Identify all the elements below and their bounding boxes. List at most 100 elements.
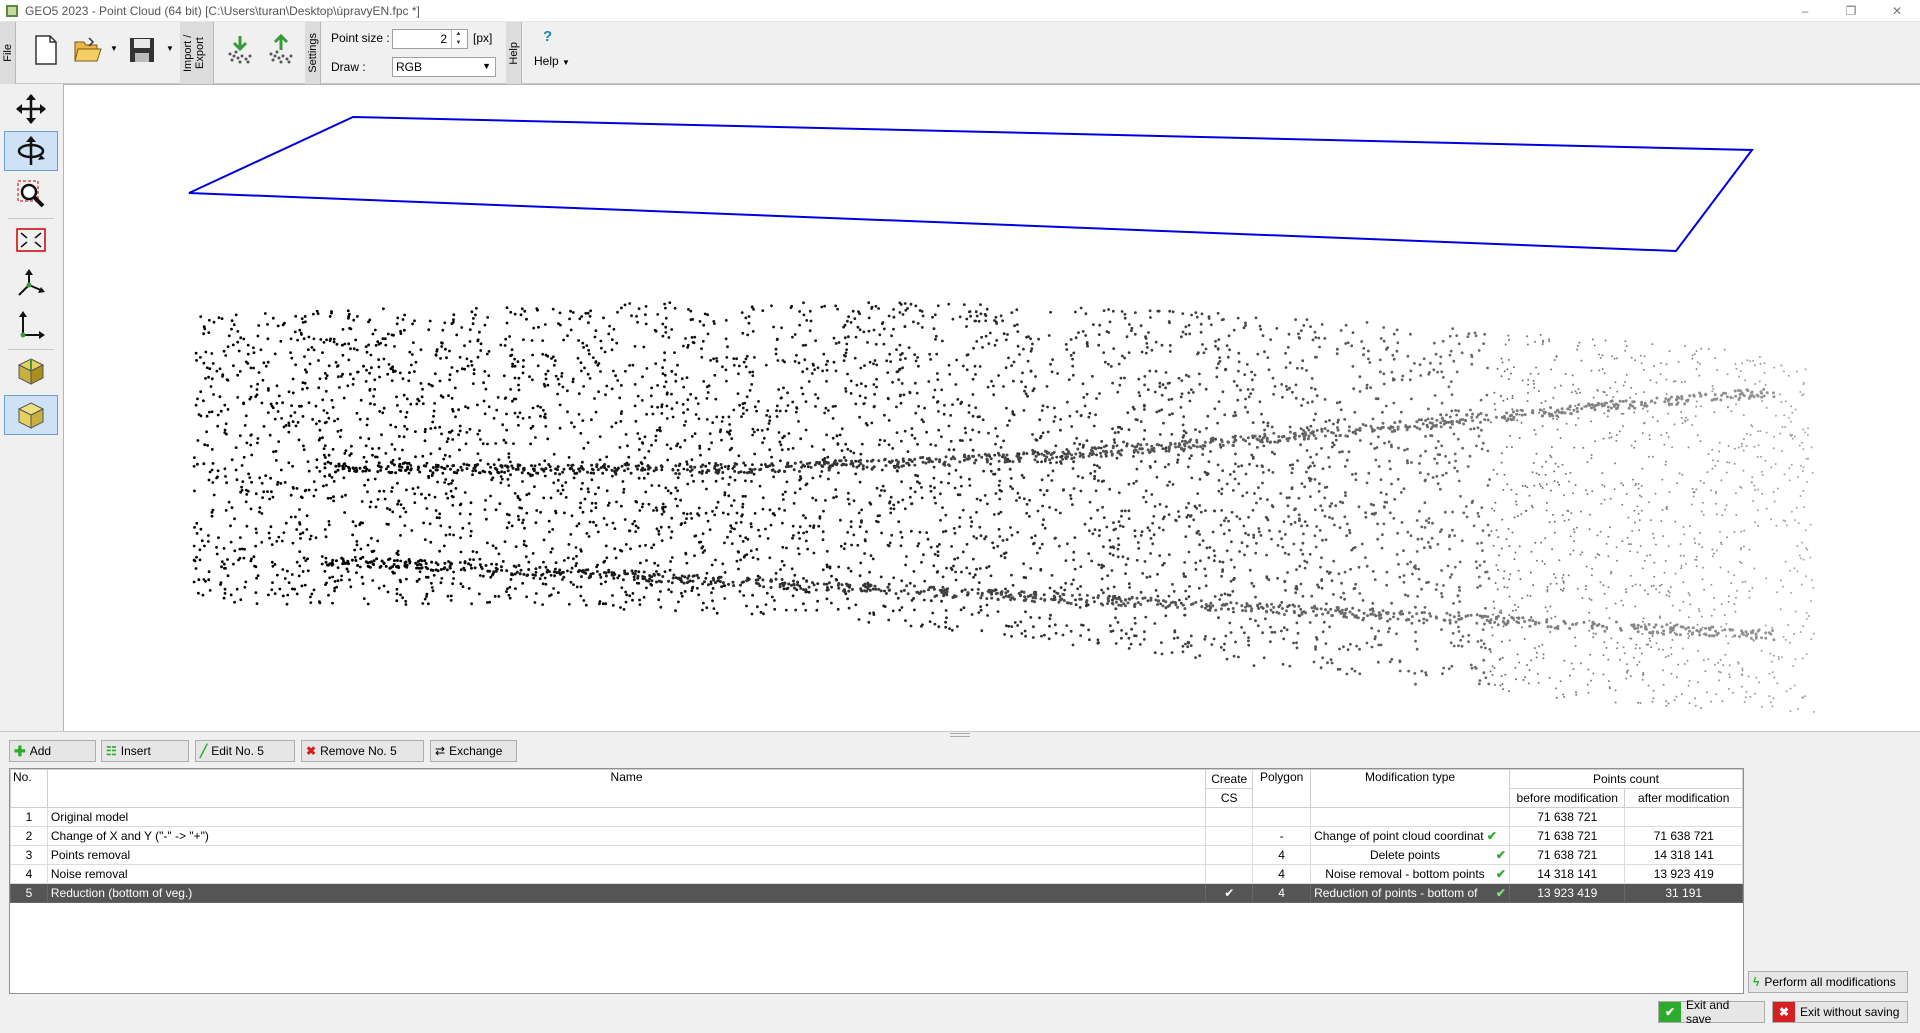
point-cloud (192, 301, 1815, 713)
chevron-down-icon: ▼ (482, 61, 491, 71)
cell-after: 71 638 721 (1624, 826, 1743, 846)
insert-button[interactable]: ☷ Insert (101, 740, 189, 762)
cell-before: 71 638 721 (1508, 845, 1626, 865)
3d-view-tool[interactable] (4, 395, 58, 435)
exit-without-saving-label: Exit without saving (1800, 1005, 1900, 1019)
cell-no: 1 (10, 807, 48, 827)
spin-down-icon[interactable]: ▼ (452, 39, 465, 48)
panel-splitter[interactable] (0, 731, 1920, 738)
exchange-button[interactable]: ⇄ Exchange (430, 740, 517, 762)
splitter-grip-icon (950, 733, 970, 737)
cell-name: Points removal (46, 845, 1207, 865)
close-button[interactable]: ✕ (1874, 0, 1920, 22)
table-row[interactable]: 2 Change of X and Y ("-" -> "+") - Chang… (10, 826, 1743, 846)
cell-polygon: 4 (1252, 845, 1312, 865)
point-cloud-canvas (188, 115, 1815, 713)
table-row[interactable]: 1 Original model 71 638 721 (10, 807, 1743, 827)
exchange-button-label: Exchange (449, 744, 503, 758)
axes-tool[interactable] (4, 263, 58, 303)
3d-view-icon (17, 402, 45, 429)
file-tab[interactable]: File (0, 22, 16, 84)
draw-label: Draw : (331, 60, 366, 74)
perform-all-label: Perform all modifications (1764, 975, 1896, 989)
cell-name: Noise removal (46, 864, 1207, 884)
ok-check-icon: ✔ (1495, 867, 1506, 881)
view-cube-tool[interactable] (4, 351, 58, 391)
move-tool[interactable] (4, 89, 58, 129)
import-button[interactable] (222, 32, 258, 68)
exchange-icon: ⇄ (435, 744, 446, 758)
exit-without-saving-button[interactable]: ✖ Exit without saving (1772, 1001, 1908, 1023)
edit-button-label: Edit No. 5 (211, 744, 264, 758)
cell-cs (1205, 864, 1254, 884)
insert-icon: ☷ (106, 744, 117, 758)
cutting-plane (188, 115, 1754, 253)
view-tools-panel (0, 85, 62, 731)
cell-after: 14 318 141 (1624, 845, 1743, 865)
add-button[interactable]: ✚ Add (9, 740, 96, 762)
minimize-button[interactable]: – (1782, 0, 1828, 22)
modifications-grid: No. Name Create Polygon Modification typ… (10, 769, 1744, 903)
plus-icon: ✚ (14, 742, 26, 759)
cell-polygon (1252, 807, 1312, 827)
exit-and-save-button[interactable]: ✔ Exit and save (1658, 998, 1765, 1026)
open-folder-icon (74, 37, 102, 62)
open-file-button[interactable] (70, 32, 106, 68)
perform-all-button[interactable]: ϟ Perform all modifications (1748, 971, 1908, 993)
move-icon (16, 94, 46, 124)
coordinate-system-tool[interactable] (4, 305, 58, 345)
cell-no: 4 (10, 864, 48, 884)
settings-tab[interactable]: Settings (305, 22, 321, 84)
draw-select[interactable]: RGB ▼ (392, 57, 496, 77)
cell-no: 5 (10, 883, 48, 903)
open-dropdown-icon[interactable]: ▼ (110, 44, 118, 53)
3d-viewport[interactable] (63, 84, 1920, 731)
remove-button[interactable]: ✖ Remove No. 5 (301, 740, 424, 762)
coordinate-system-icon (19, 311, 45, 339)
point-size-unit: [px] (473, 31, 493, 45)
col-header-no: No. (10, 769, 48, 808)
rotate-tool[interactable] (4, 131, 58, 171)
table-row[interactable]: 4 Noise removal 4 Noise removal - bottom… (10, 864, 1743, 884)
ok-check-icon: ✔ (1659, 1002, 1681, 1022)
help-tab[interactable]: Help (506, 22, 522, 84)
table-row-selected[interactable]: 5 Reduction (bottom of veg.) ✔ 4 Reducti… (10, 883, 1743, 903)
cell-type: Reduction of points - bottom of ✔ (1310, 883, 1510, 903)
lightning-icon: ϟ (1753, 975, 1760, 989)
cancel-x-icon: ✖ (1773, 1002, 1795, 1022)
export-icon (269, 34, 293, 64)
import-export-tab[interactable]: Import / Export (180, 22, 214, 84)
table-row[interactable]: 3 Points removal 4 Delete points ✔ 71 63… (10, 845, 1743, 865)
zoom-tool[interactable] (4, 174, 58, 214)
app-icon (6, 4, 18, 17)
cell-cs (1205, 807, 1254, 827)
save-file-button[interactable] (124, 32, 160, 68)
col-header-mod-type: Modification type (1310, 769, 1510, 808)
point-size-input[interactable] (393, 31, 451, 47)
help-menu-button[interactable]: Help ▼ (534, 54, 570, 68)
save-dropdown-icon[interactable]: ▼ (166, 44, 174, 53)
help-icon: ? (543, 28, 553, 45)
restore-button[interactable]: ❐ (1828, 0, 1874, 22)
zoom-extents-icon (16, 228, 46, 252)
exit-and-save-label: Exit and save (1685, 998, 1730, 1026)
zoom-icon (17, 180, 45, 208)
cell-after (1624, 807, 1743, 827)
rotate-icon (17, 136, 45, 165)
cell-polygon: 4 (1252, 883, 1312, 903)
spin-up-icon[interactable]: ▲ (452, 30, 465, 39)
export-button[interactable] (263, 32, 299, 68)
insert-button-label: Insert (120, 744, 151, 758)
zoom-extents-tool[interactable] (4, 220, 58, 260)
new-file-button[interactable] (28, 32, 64, 68)
axes-icon (18, 269, 45, 296)
save-icon (130, 38, 154, 62)
edit-button[interactable]: ╱ Edit No. 5 (195, 740, 295, 762)
ok-check-icon: ✔ (1495, 886, 1506, 900)
cell-after: 13 923 419 (1624, 864, 1743, 884)
cell-type: Change of point cloud coordinat ✔ (1310, 826, 1510, 846)
toolbar: File ▼ ▼ Import / Export Settings Point … (0, 22, 1920, 84)
point-size-stepper[interactable]: ▲▼ (392, 29, 468, 49)
cell-after: 31 191 (1624, 883, 1743, 903)
cell-no: 3 (10, 845, 48, 865)
